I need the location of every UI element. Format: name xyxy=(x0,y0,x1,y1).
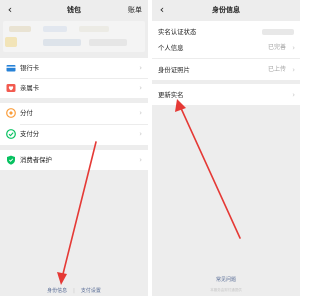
chevron-right-icon: › xyxy=(292,91,295,99)
wallet-navbar: ‹ 钱包 账单 xyxy=(0,0,148,20)
menu-item-label: 分付 xyxy=(20,109,33,117)
menu-item-family-card[interactable]: 亲属卡 › xyxy=(0,78,148,98)
blurred-value xyxy=(262,29,294,35)
blurred-text xyxy=(9,26,31,32)
payscore-icon xyxy=(6,129,16,139)
chevron-right-icon: › xyxy=(139,130,142,138)
menu-item-label: 亲属卡 xyxy=(20,84,40,92)
blurred-text xyxy=(43,39,81,46)
wallet-screen: ‹ 钱包 账单 银行卡 › 亲属卡 › 分付 › 支付分 › 消费者保护 › 身… xyxy=(0,0,148,296)
update-real-name-row[interactable]: 更新实名 › xyxy=(152,84,300,105)
credit-group: 分付 › 支付分 › xyxy=(0,103,148,145)
card-group: 银行卡 › 亲属卡 › xyxy=(0,58,148,98)
menu-item-payscore[interactable]: 支付分 › xyxy=(0,124,148,144)
pay-settings-link[interactable]: 支付设置 xyxy=(81,288,101,294)
blurred-text xyxy=(43,26,67,32)
identity-navbar: ‹ 身份信息 xyxy=(152,0,300,20)
chevron-right-icon: › xyxy=(292,66,295,74)
row-label: 个人信息 xyxy=(158,44,184,52)
chevron-right-icon: › xyxy=(139,64,142,72)
chevron-right-icon: › xyxy=(139,84,142,92)
page-title: 身份信息 xyxy=(212,6,240,14)
menu-item-label: 支付分 xyxy=(20,130,40,138)
balance-card-blurred[interactable] xyxy=(3,21,145,52)
menu-item-bank-card[interactable]: 银行卡 › xyxy=(0,58,148,78)
menu-item-consumer-protection[interactable]: 消费者保护 › xyxy=(0,150,148,170)
identity-info-link[interactable]: 身份信息 xyxy=(47,288,67,294)
blurred-text xyxy=(89,39,127,46)
blurred-text xyxy=(79,26,109,32)
blurred-icon xyxy=(5,37,17,47)
chevron-right-icon: › xyxy=(139,109,142,117)
row-value: 已完善 xyxy=(267,44,286,51)
identity-screen: ‹ 身份信息 实名认证状态 个人信息 已完善 › 身份证照片 已上传 › 更新实… xyxy=(152,0,300,296)
bank-card-icon xyxy=(6,65,16,72)
family-card-icon xyxy=(6,84,16,92)
menu-item-label: 消费者保护 xyxy=(20,156,52,164)
page-title: 钱包 xyxy=(67,6,81,14)
row-label: 更新实名 xyxy=(158,91,184,99)
personal-info-row[interactable]: 个人信息 已完善 › xyxy=(152,37,300,58)
chevron-right-icon: › xyxy=(139,156,142,164)
menu-item-label: 银行卡 xyxy=(20,64,40,72)
id-photo-row[interactable]: 身份证照片 已上传 › xyxy=(152,59,300,80)
protection-group: 消费者保护 › xyxy=(0,150,148,170)
wallet-footer: 身份信息 | 支付设置 xyxy=(47,288,101,294)
menu-item-fenfu[interactable]: 分付 › xyxy=(0,103,148,123)
row-label: 身份证照片 xyxy=(158,66,190,74)
service-provider-note: 本服务由财付通提供 xyxy=(210,288,242,292)
chevron-right-icon: › xyxy=(292,44,295,52)
row-value: 已上传 xyxy=(267,66,286,73)
faq-link[interactable]: 常见问题 xyxy=(152,277,300,284)
bill-link[interactable]: 账单 xyxy=(128,4,142,16)
fenfu-icon xyxy=(6,108,16,118)
shield-icon xyxy=(7,155,15,165)
